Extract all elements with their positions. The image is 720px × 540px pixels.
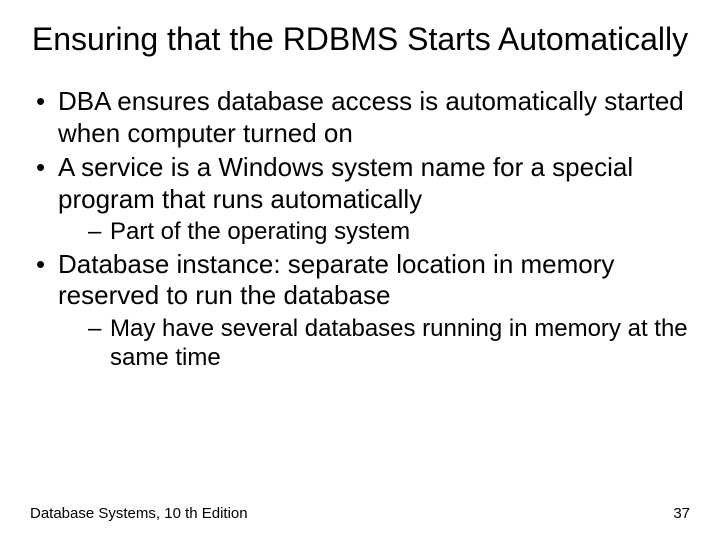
footer: Database Systems, 10 th Edition 37 xyxy=(30,505,690,522)
bullet-item: DBA ensures database access is automatic… xyxy=(30,86,690,149)
slide-title: Ensuring that the RDBMS Starts Automatic… xyxy=(30,20,690,58)
bullet-list: DBA ensures database access is automatic… xyxy=(30,86,690,372)
sub-item: May have several databases running in me… xyxy=(58,314,690,373)
sub-text: Part of the operating system xyxy=(110,218,410,245)
bullet-text: DBA ensures database access is automatic… xyxy=(58,86,684,148)
sub-item: Part of the operating system xyxy=(58,217,690,246)
footer-left: Database Systems, 10 th Edition xyxy=(30,505,248,522)
bullet-text: A service is a Windows system name for a… xyxy=(58,152,633,214)
sub-list: Part of the operating system xyxy=(58,217,690,246)
page-number: 37 xyxy=(673,505,690,522)
slide: Ensuring that the RDBMS Starts Automatic… xyxy=(0,0,720,540)
bullet-text: Database instance: separate location in … xyxy=(58,249,614,311)
sub-list: May have several databases running in me… xyxy=(58,314,690,373)
sub-text: May have several databases running in me… xyxy=(110,315,688,371)
bullet-item: A service is a Windows system name for a… xyxy=(30,152,690,247)
bullet-item: Database instance: separate location in … xyxy=(30,249,690,373)
